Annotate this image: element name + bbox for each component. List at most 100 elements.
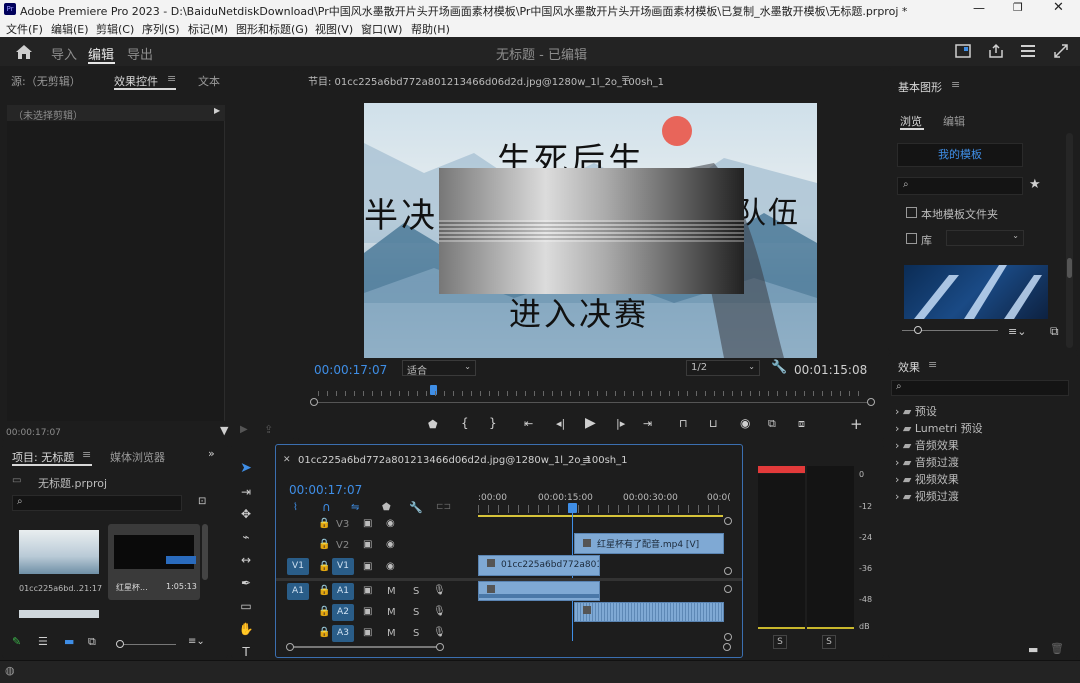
scrollbar[interactable] bbox=[1066, 133, 1073, 348]
resolution-dropdown[interactable]: 1/2 ⌄ bbox=[686, 360, 760, 376]
tab-media-browser[interactable]: 媒体浏览器 bbox=[110, 449, 165, 465]
mic-icon[interactable]: 🎙 bbox=[433, 627, 446, 638]
clip-v2[interactable]: 红星杯有了配音.mp4 [V] bbox=[574, 533, 724, 554]
fit-dropdown[interactable]: 适合 ⌄ bbox=[402, 360, 476, 377]
razor-tool-icon[interactable]: ⌁ bbox=[236, 530, 256, 548]
track-a3-target[interactable]: A3 bbox=[332, 625, 354, 642]
sequence-tab[interactable]: 01cc225a6bd772a801213466d06d2d.jpg@1280w… bbox=[298, 455, 628, 466]
tab-project[interactable]: 项目: 无标题 bbox=[12, 449, 74, 465]
go-to-out-icon[interactable]: ⇥ bbox=[643, 417, 652, 430]
panel-menu-icon[interactable]: ≡ bbox=[82, 448, 91, 461]
template-thumbnail[interactable] bbox=[904, 265, 1048, 319]
quick-export-icon[interactable] bbox=[955, 44, 971, 58]
solo-left-button[interactable]: S bbox=[773, 635, 787, 649]
share-icon[interactable] bbox=[988, 43, 1004, 59]
clip-selector[interactable]: （未选择剪辑） ▶ bbox=[7, 105, 225, 122]
template-search-input[interactable]: ⌕ bbox=[897, 177, 1023, 195]
play-audio-icon[interactable]: ▶ bbox=[240, 424, 248, 435]
sort-icon[interactable]: ≡⌄ bbox=[188, 636, 205, 647]
lock-icon[interactable]: 🔒 bbox=[318, 627, 330, 638]
tab-effect-controls[interactable]: 效果控件 bbox=[114, 73, 158, 89]
hand-tool-icon[interactable]: ✋ bbox=[236, 622, 256, 640]
program-scrub-bar[interactable] bbox=[310, 385, 875, 407]
menu-window[interactable]: 窗口(W) bbox=[361, 21, 402, 37]
star-icon[interactable]: ★ bbox=[1029, 177, 1041, 192]
tab-import[interactable]: 导入 bbox=[51, 44, 77, 63]
effect-folder-presets[interactable]: › ▰ 预设 bbox=[895, 403, 937, 419]
add-marker-icon[interactable]: ⬟ bbox=[428, 418, 438, 431]
extract-icon[interactable]: ⊔ bbox=[709, 417, 718, 430]
effect-folder-audio-effects[interactable]: › ▰ 音频效果 bbox=[895, 437, 959, 453]
filter-icon[interactable]: ▼ bbox=[220, 424, 228, 437]
mute-button[interactable]: M bbox=[387, 586, 396, 597]
maximize-icon[interactable]: ❐ bbox=[1013, 1, 1023, 14]
lock-icon[interactable]: 🔒 bbox=[318, 561, 330, 572]
captions-icon[interactable]: ⊏⊐ bbox=[436, 502, 451, 512]
thumbnail-size-slider[interactable] bbox=[902, 326, 998, 334]
solo-right-button[interactable]: S bbox=[822, 635, 836, 649]
timeline-vscroll-handle[interactable] bbox=[724, 517, 732, 525]
clip-v1[interactable]: 01cc225a6bd772a8012134 bbox=[478, 555, 600, 576]
slip-tool-icon[interactable]: ↔ bbox=[236, 553, 256, 571]
eye-icon[interactable]: ◉ bbox=[386, 561, 395, 572]
tab-export[interactable]: 导出 bbox=[127, 44, 153, 63]
pen-tool-icon[interactable]: ✒ bbox=[236, 576, 256, 594]
wrench-icon[interactable]: 🔧 bbox=[771, 360, 787, 375]
local-folder-checkbox[interactable] bbox=[906, 207, 917, 218]
effect-folder-lumetri[interactable]: › ▰ Lumetri 预设 bbox=[895, 420, 983, 436]
status-icon[interactable]: ◍ bbox=[5, 664, 15, 677]
linked-selection-icon[interactable]: ⇋ bbox=[351, 502, 359, 513]
tab-text[interactable]: 文本 bbox=[198, 73, 220, 89]
effects-search-input[interactable]: ⌕ bbox=[891, 380, 1069, 396]
selection-tool-icon[interactable]: ➤ bbox=[236, 460, 256, 478]
program-menu-icon[interactable]: ≡ bbox=[621, 72, 630, 85]
menu-help[interactable]: 帮助(H) bbox=[411, 21, 450, 37]
export-frame-icon[interactable]: ◉ bbox=[740, 416, 750, 430]
workspaces-icon[interactable] bbox=[1020, 44, 1036, 58]
menu-marker[interactable]: 标记(M) bbox=[188, 21, 228, 37]
new-bin-search-icon[interactable]: ⊡ bbox=[198, 496, 206, 507]
new-bin-icon[interactable]: ▬ bbox=[1028, 643, 1038, 656]
proxy-icon[interactable]: ⧈ bbox=[798, 417, 805, 431]
tab-edit-graphics[interactable]: 编辑 bbox=[943, 113, 965, 129]
menu-graphics[interactable]: 图形和标题(G) bbox=[236, 21, 308, 37]
film-icon[interactable]: ▣ bbox=[363, 606, 372, 617]
work-area-bar[interactable] bbox=[478, 515, 723, 517]
pencil-icon[interactable]: ✎ bbox=[12, 635, 21, 648]
effect-folder-audio-transitions[interactable]: › ▰ 音频过渡 bbox=[895, 454, 959, 470]
film-icon[interactable]: ▣ bbox=[363, 585, 372, 596]
mute-button[interactable]: M bbox=[387, 628, 396, 639]
tab-edit[interactable]: 编辑 bbox=[88, 44, 114, 63]
tab-source[interactable]: 源:（无剪辑） bbox=[11, 73, 81, 89]
eye-icon[interactable]: ◉ bbox=[386, 539, 395, 550]
trash-icon[interactable]: 🗑 bbox=[1050, 642, 1064, 655]
new-item-icon[interactable]: ⧉ bbox=[1050, 324, 1059, 339]
mute-button[interactable]: M bbox=[387, 607, 396, 618]
go-to-in-icon[interactable]: ⇤ bbox=[524, 417, 533, 430]
effect-folder-video-transitions[interactable]: › ▰ 视频过渡 bbox=[895, 488, 959, 504]
project-item[interactable]: 01cc225a6bd... 21:17 bbox=[15, 524, 105, 600]
minimize-icon[interactable]: — bbox=[973, 1, 985, 15]
film-icon[interactable]: ▣ bbox=[363, 539, 372, 550]
project-search-input[interactable]: ⌕ bbox=[12, 495, 182, 511]
sequence-menu-icon[interactable]: ≡ bbox=[582, 454, 591, 467]
timeline-hscroll[interactable] bbox=[286, 643, 731, 651]
zoom-slider[interactable] bbox=[116, 640, 176, 648]
track-a1-target[interactable]: A1 bbox=[332, 583, 354, 600]
fullscreen-icon[interactable] bbox=[1053, 43, 1069, 59]
program-timecode[interactable]: 00:00:17:07 bbox=[314, 363, 387, 377]
clip-a1[interactable] bbox=[478, 581, 600, 601]
list-view-icon[interactable]: ☰ bbox=[38, 635, 48, 648]
comparison-view-icon[interactable]: ⧉ bbox=[768, 417, 776, 431]
lock-icon[interactable]: 🔒 bbox=[318, 585, 330, 596]
effect-folder-video-effects[interactable]: › ▰ 视频效果 bbox=[895, 471, 959, 487]
lock-icon[interactable]: 🔒 bbox=[318, 606, 330, 617]
menu-view[interactable]: 视图(V) bbox=[315, 21, 353, 37]
play-icon[interactable]: ▶ bbox=[585, 415, 596, 431]
source-v1-patch[interactable]: V1 bbox=[287, 558, 309, 575]
close-icon[interactable]: ✕ bbox=[1053, 0, 1064, 15]
timeline-timecode[interactable]: 00:00:17:07 bbox=[289, 483, 362, 497]
panel-menu-icon[interactable]: ≡ bbox=[928, 358, 937, 371]
export-icon[interactable]: ⇪ bbox=[264, 423, 273, 436]
timeline-vscroll-handle[interactable] bbox=[724, 585, 732, 593]
